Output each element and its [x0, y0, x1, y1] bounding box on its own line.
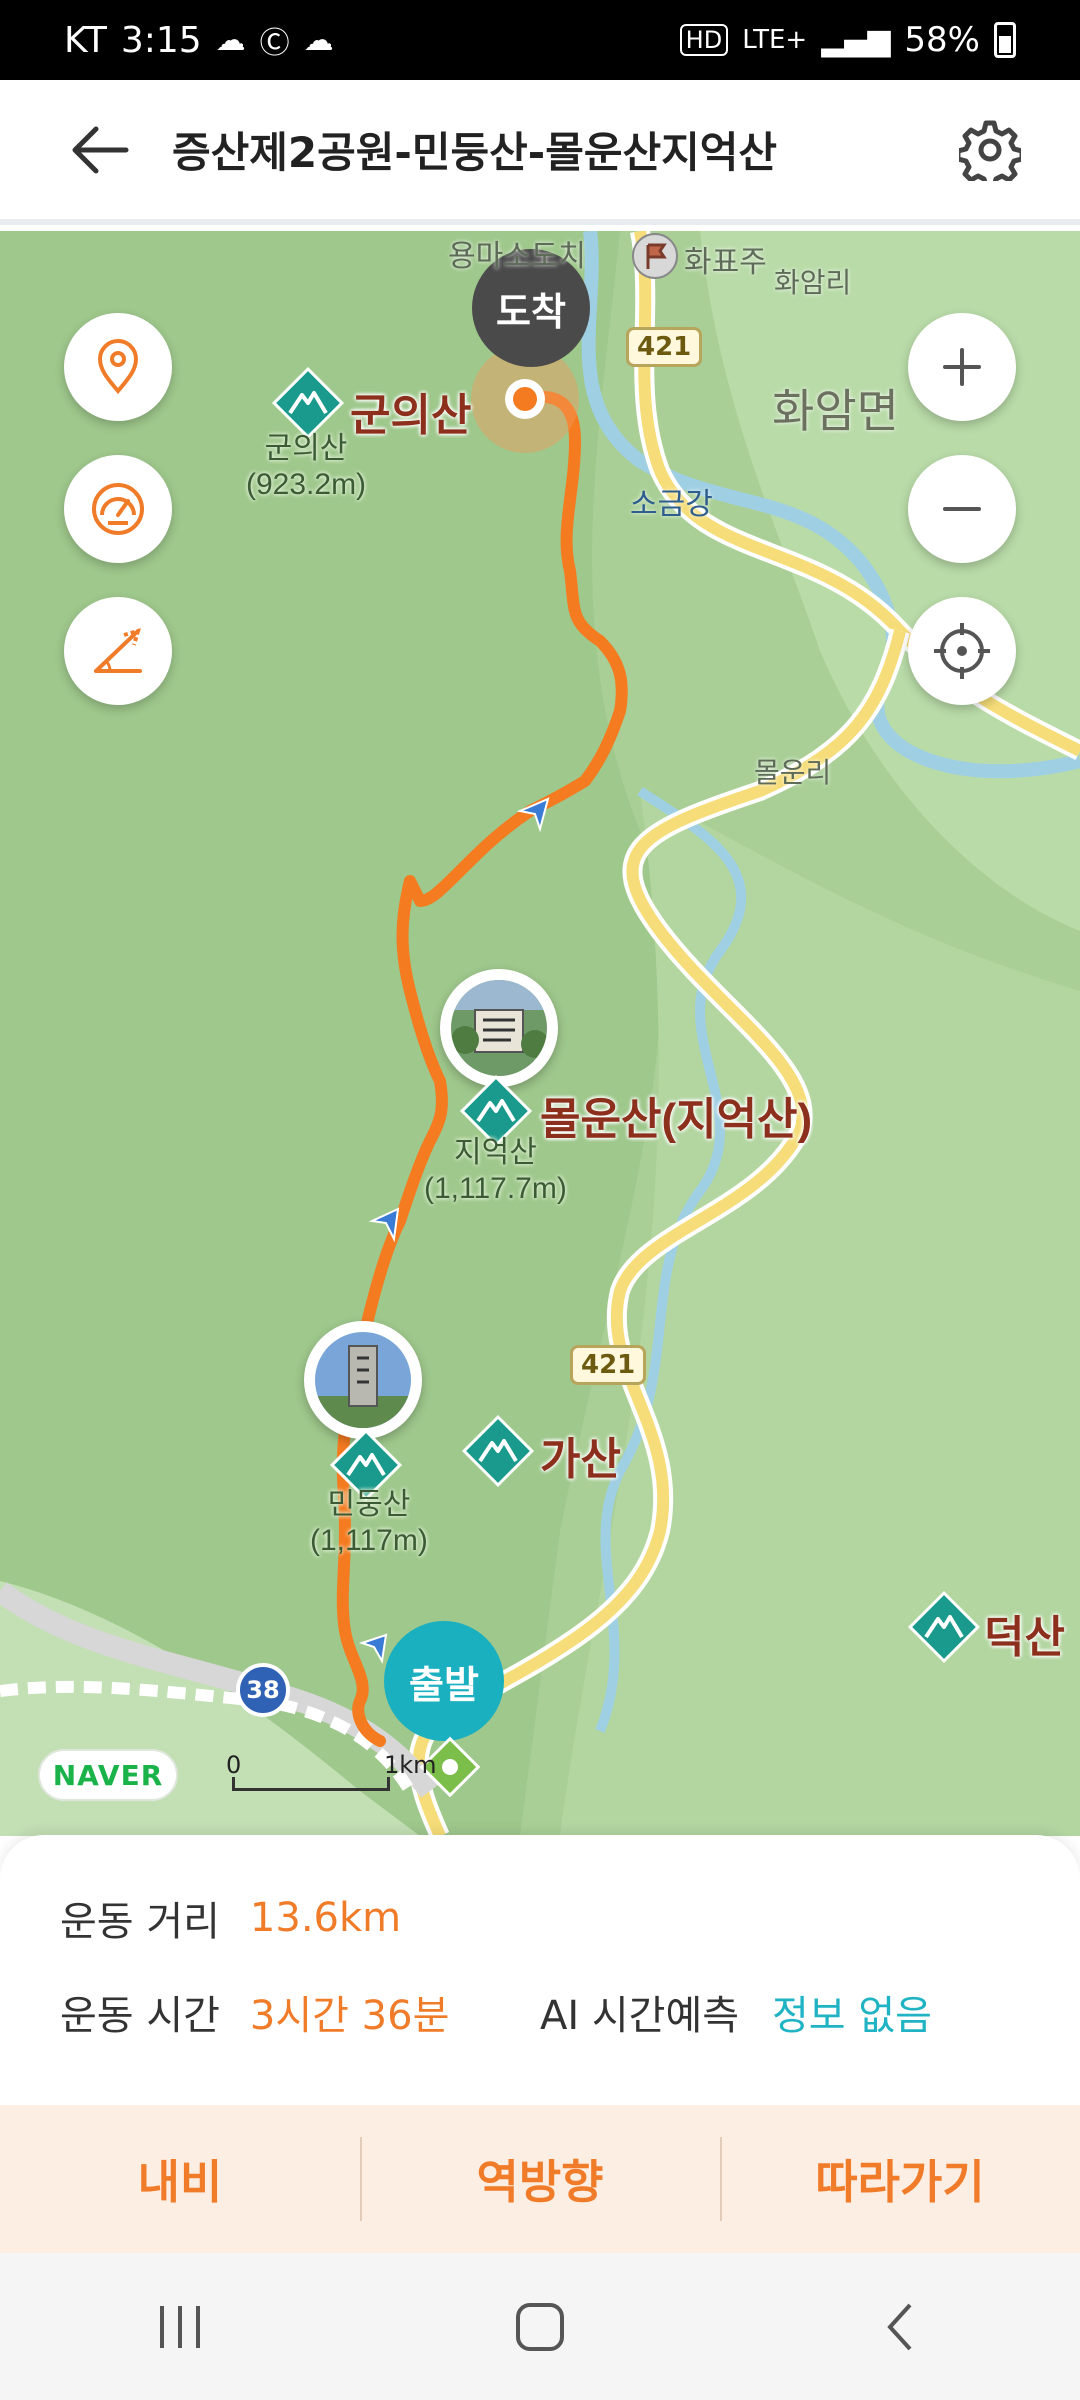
gear-icon: [959, 120, 1021, 181]
zoom-in-button[interactable]: [908, 313, 1016, 421]
follow-label: 따라가기: [815, 2155, 985, 2209]
place-hwapyoju: 화표주: [684, 246, 767, 279]
back-button[interactable]: [40, 77, 160, 222]
navi-button[interactable]: 내비: [0, 2105, 360, 2253]
elevation-button[interactable]: [64, 597, 172, 705]
naver-logo: NAVER: [38, 1749, 178, 1801]
gauge-icon: [92, 483, 144, 535]
chevron-left-icon: [887, 2303, 912, 2350]
ai-prediction-label: AI 시간예측: [540, 1993, 740, 2039]
system-nav-bar: [0, 2253, 1080, 2400]
battery-icon: [994, 22, 1016, 58]
place-hwaamri: 화암리: [774, 267, 852, 298]
network-type: LTE+: [742, 25, 808, 55]
c-icon: Ⓒ: [259, 26, 290, 61]
system-back-button[interactable]: [840, 2277, 960, 2377]
signal-icon: ▂▄▆: [821, 22, 891, 58]
distance-row: 운동 거리 13.6km: [60, 1889, 401, 1947]
summit-photo: [451, 980, 547, 1076]
reverse-button[interactable]: 역방향: [360, 2105, 720, 2253]
settings-button[interactable]: [940, 100, 1040, 200]
peak-mindungsan-sub: 민둥산 (1,117m): [310, 1487, 428, 1559]
time-label: 운동 시간: [60, 1993, 220, 2039]
map-scale: 0 1km: [226, 1751, 437, 1791]
summit-photo: [315, 1332, 411, 1428]
minus-icon: [943, 507, 981, 511]
peak-gunuisan-name: 군의산: [350, 391, 472, 440]
peak-mindungsan-subname: 민둥산: [327, 1488, 411, 1521]
road-421-shield: 421: [626, 327, 703, 367]
plus-icon: [943, 348, 981, 386]
app-header: 증산제2공원-민둥산-몰운산지억산: [0, 80, 1080, 225]
distance-value: 13.6km: [249, 1895, 402, 1941]
home-button[interactable]: [480, 2277, 600, 2377]
route-info-panel: 운동 거리 13.6km 운동 시간 3시간 36분 AI 시간예측 정보 없음: [0, 1835, 1080, 2105]
route-38-shield: 38: [236, 1663, 290, 1717]
place-molunri: 몰운리: [754, 757, 832, 788]
place-sogeumgang: 소금강: [630, 488, 713, 521]
peak-gasan-name: 가산: [540, 1435, 621, 1484]
peak-molunsan-subname: 지억산: [454, 1136, 537, 1169]
place-yongma: 용마소도치: [448, 240, 586, 273]
carrier: KT: [64, 19, 107, 61]
hd-icon: HD: [679, 24, 729, 56]
mountain-icon: [460, 1413, 536, 1494]
follow-button[interactable]: 따라가기: [720, 2105, 1080, 2253]
time: 3:15: [120, 19, 202, 61]
start-marker[interactable]: 출발: [384, 1621, 504, 1741]
photo-pin-mindungsan[interactable]: [304, 1321, 422, 1439]
peak-molunsan-elevation: (1,117.7m): [424, 1172, 567, 1205]
recent-apps-icon: [160, 2305, 200, 2348]
scale-bar: [232, 1777, 390, 1791]
mountain-icon: [906, 1589, 982, 1670]
time-value: 3시간 36분: [249, 1993, 450, 2039]
recent-apps-button[interactable]: [120, 2277, 240, 2377]
start-label: 출발: [409, 1662, 479, 1707]
speed-gauge-button[interactable]: [64, 455, 172, 563]
chat-icon: ☁: [215, 22, 246, 58]
peak-molunsan-sub: 지억산 (1,117.7m): [424, 1135, 567, 1207]
reverse-label: 역방향: [476, 2155, 604, 2209]
peak-mindungsan-elevation: (1,117m): [310, 1524, 428, 1557]
crosshair-icon: [934, 623, 990, 679]
peak-molunsan-name: 몰운산(지억산): [540, 1095, 813, 1144]
home-icon: [516, 2302, 564, 2351]
road-421-shield-2: 421: [570, 1345, 647, 1385]
slope-icon: [94, 628, 142, 673]
current-location-button[interactable]: [908, 597, 1016, 705]
photo-pin-molunsan[interactable]: [440, 969, 558, 1087]
battery-percent: 58%: [904, 20, 980, 60]
map-view[interactable]: 도착 용마소도치 화표주 화암리 화암면 소금강 몰운리 421 421 38 …: [0, 231, 1080, 1836]
ai-prediction-value: 정보 없음: [772, 1993, 932, 2039]
action-bar: 내비 역방향 따라가기: [0, 2105, 1080, 2253]
zoom-out-button[interactable]: [908, 455, 1016, 563]
peak-gunuisan-subname: 군의산: [264, 432, 348, 465]
cloud-icon: ☁: [303, 22, 334, 58]
peak-deoksan-name: 덕산: [984, 1613, 1065, 1662]
flag-icon: [630, 231, 680, 286]
navi-label: 내비: [137, 2155, 223, 2209]
time-row: 운동 시간 3시간 36분: [60, 1983, 449, 2041]
location-pin-icon: [97, 339, 139, 395]
arrow-left-icon: [72, 126, 129, 173]
peak-gunuisan-elevation: (923.2m): [246, 468, 367, 501]
scale-zero: 0: [226, 1751, 242, 1779]
scale-one: 1km: [384, 1751, 437, 1779]
arrival-label: 도착: [496, 289, 566, 334]
page-title: 증산제2공원-민둥산-몰운산지억산: [172, 128, 778, 177]
location-pin-button[interactable]: [64, 313, 172, 421]
place-hwaammyeon: 화암면: [772, 385, 899, 437]
peak-gunuisan-sub: 군의산 (923.2m): [246, 431, 366, 503]
distance-label: 운동 거리: [60, 1899, 220, 1945]
status-bar: KT 3:15 ☁ Ⓒ ☁ HD LTE+ ▂▄▆ 58%: [0, 0, 1080, 80]
